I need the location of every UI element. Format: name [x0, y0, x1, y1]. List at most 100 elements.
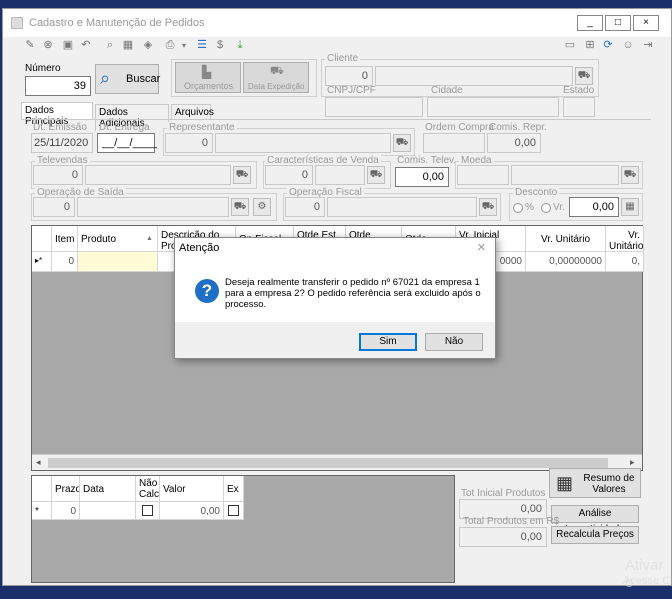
download-icon[interactable]: ⤓: [233, 39, 247, 52]
data-expedicao-button[interactable]: ⛟ Data Expedição: [243, 62, 309, 93]
moeda-code[interactable]: [457, 165, 509, 185]
col-valor[interactable]: Valor: [160, 476, 224, 502]
desconto-pct-radio[interactable]: [513, 203, 523, 213]
print-icon[interactable]: ⎙: [163, 39, 177, 52]
cell-item[interactable]: 0: [52, 252, 78, 272]
col-vr-unitario[interactable]: Vr. Unitário: [526, 226, 606, 252]
col-produto[interactable]: Produto ▲: [78, 226, 158, 252]
total-produtos-label: Total Produtos em R$: [463, 516, 560, 527]
numero-field[interactable]: 39: [25, 76, 91, 96]
dt-emissao-label: Dt. Emissão: [33, 122, 87, 133]
chevron-down-icon[interactable]: ▾: [177, 39, 191, 52]
cliente-name-field[interactable]: [375, 66, 573, 86]
desconto-pct-label: %: [525, 202, 534, 213]
cell-data[interactable]: [80, 502, 136, 520]
analise-lucratividade-button[interactable]: Análise Lucratividade: [551, 505, 639, 535]
tab-dados-principais[interactable]: Dados Principais: [21, 102, 93, 127]
network-icon[interactable]: ⊞: [583, 39, 597, 52]
minimize-button[interactable]: _: [577, 15, 603, 31]
cell-produto[interactable]: [78, 252, 158, 272]
calculator-icon[interactable]: ▦: [621, 198, 639, 216]
representante-lookup-icon[interactable]: ⛟: [393, 134, 411, 152]
cliente-label: Cliente: [325, 53, 361, 64]
dt-entrega-field[interactable]: __/__/____: [97, 133, 157, 153]
buscar-label: Buscar: [126, 73, 161, 85]
list-icon[interactable]: ☰: [195, 39, 209, 52]
cell-nao-calc[interactable]: [136, 502, 160, 520]
operacao-saida-extra-icon[interactable]: ⚙: [253, 198, 271, 216]
save-icon[interactable]: ▣: [61, 39, 75, 52]
col-item[interactable]: Item: [52, 226, 78, 252]
undo-icon[interactable]: ↶: [79, 39, 93, 52]
estado-label: Estado: [563, 85, 595, 96]
cell-valor[interactable]: 0,00: [160, 502, 224, 520]
cliente-lookup-icon[interactable]: ⛟: [575, 67, 593, 85]
recalcula-precos-button[interactable]: Recalcula Preços: [551, 526, 639, 544]
user-icon[interactable]: ☺: [621, 39, 635, 52]
ex-checkbox[interactable]: [228, 505, 239, 516]
televendas-code[interactable]: 0: [33, 165, 83, 185]
scroll-thumb[interactable]: [48, 458, 608, 468]
comis-telev-field[interactable]: 0,00: [395, 167, 449, 187]
edit-icon[interactable]: ✎: [23, 39, 37, 52]
orcamentos-button[interactable]: ▙ Orçamentos: [175, 62, 241, 93]
maximize-button[interactable]: □: [605, 15, 631, 31]
televendas-name[interactable]: [85, 165, 231, 185]
window-title: Cadastro e Manutenção de Pedidos: [29, 17, 205, 29]
cliente-code-field[interactable]: 0: [325, 66, 373, 86]
operacao-saida-code[interactable]: 0: [33, 197, 75, 217]
col-data[interactable]: Data: [80, 476, 136, 502]
desconto-field[interactable]: 0,00: [569, 197, 619, 217]
operacao-fiscal-name[interactable]: [327, 197, 477, 217]
estado-field[interactable]: [563, 97, 595, 117]
dt-emissao-field[interactable]: 25/11/2020: [31, 133, 93, 153]
buscar-button[interactable]: ⌕ Buscar: [95, 64, 161, 94]
operacao-fiscal-code[interactable]: 0: [285, 197, 325, 217]
operacao-saida-name[interactable]: [77, 197, 229, 217]
col-vr-unit-orig[interactable]: Vr. Unitário Original: [606, 226, 644, 252]
comis-repr-field[interactable]: 0,00: [487, 133, 541, 153]
ordem-compra-field[interactable]: [423, 133, 485, 153]
televendas-lookup-icon[interactable]: ⛟: [233, 166, 251, 184]
total-produtos-field[interactable]: 0,00: [459, 527, 547, 547]
nao-button[interactable]: Não: [425, 333, 483, 351]
exit-icon[interactable]: ⇥: [641, 39, 655, 52]
col-nao-calc[interactable]: Não Calc: [136, 476, 160, 502]
col-prazo[interactable]: Prazo: [52, 476, 80, 502]
cidade-field[interactable]: [427, 97, 559, 117]
search-icon[interactable]: ⌕: [103, 39, 117, 52]
representante-name[interactable]: [215, 133, 391, 153]
refresh-icon[interactable]: ⟳: [601, 39, 615, 52]
representante-code[interactable]: 0: [165, 133, 213, 153]
orcamentos-label: Orçamentos: [184, 81, 234, 91]
operacao-fiscal-lookup-icon[interactable]: ⛟: [479, 198, 497, 216]
scroll-left-icon[interactable]: ◂: [36, 457, 41, 468]
cell-prazo[interactable]: 0: [52, 502, 80, 520]
caracteristicas-name[interactable]: [315, 165, 365, 185]
parcelas-row-marker: *: [32, 502, 52, 520]
scroll-right-icon[interactable]: ▸: [630, 457, 635, 468]
moeda-lookup-icon[interactable]: ⛟: [621, 166, 639, 184]
grid-icon[interactable]: ▦: [121, 39, 135, 52]
caracteristicas-code[interactable]: 0: [265, 165, 313, 185]
moeda-name[interactable]: [511, 165, 619, 185]
sim-button[interactable]: Sim: [359, 333, 417, 351]
operacao-saida-lookup-icon[interactable]: ⛟: [231, 198, 249, 216]
tab-arquivos[interactable]: Arquivos: [171, 104, 214, 120]
resumo-valores-button[interactable]: ▦ Resumo de Valores: [549, 468, 641, 498]
cancel-icon[interactable]: ⊗: [41, 39, 55, 52]
cell-vr-unitario[interactable]: 0,00000000: [526, 252, 606, 272]
desconto-vr-radio[interactable]: [541, 203, 551, 213]
money-icon[interactable]: $: [213, 39, 227, 52]
nao-calc-checkbox[interactable]: [142, 505, 153, 516]
cnpj-field[interactable]: [325, 97, 423, 117]
dialog-close-button[interactable]: ×: [477, 239, 486, 256]
caracteristicas-lookup-icon[interactable]: ⛟: [367, 166, 385, 184]
cell-vr-unit-orig[interactable]: 0,: [606, 252, 644, 272]
col-ex[interactable]: Ex: [224, 476, 244, 502]
close-button[interactable]: ×: [633, 15, 659, 31]
cell-ex[interactable]: [224, 502, 244, 520]
window-icon[interactable]: ▭: [563, 39, 577, 52]
grid-row-header-col: [32, 226, 52, 252]
eraser-icon[interactable]: ◈: [141, 39, 155, 52]
